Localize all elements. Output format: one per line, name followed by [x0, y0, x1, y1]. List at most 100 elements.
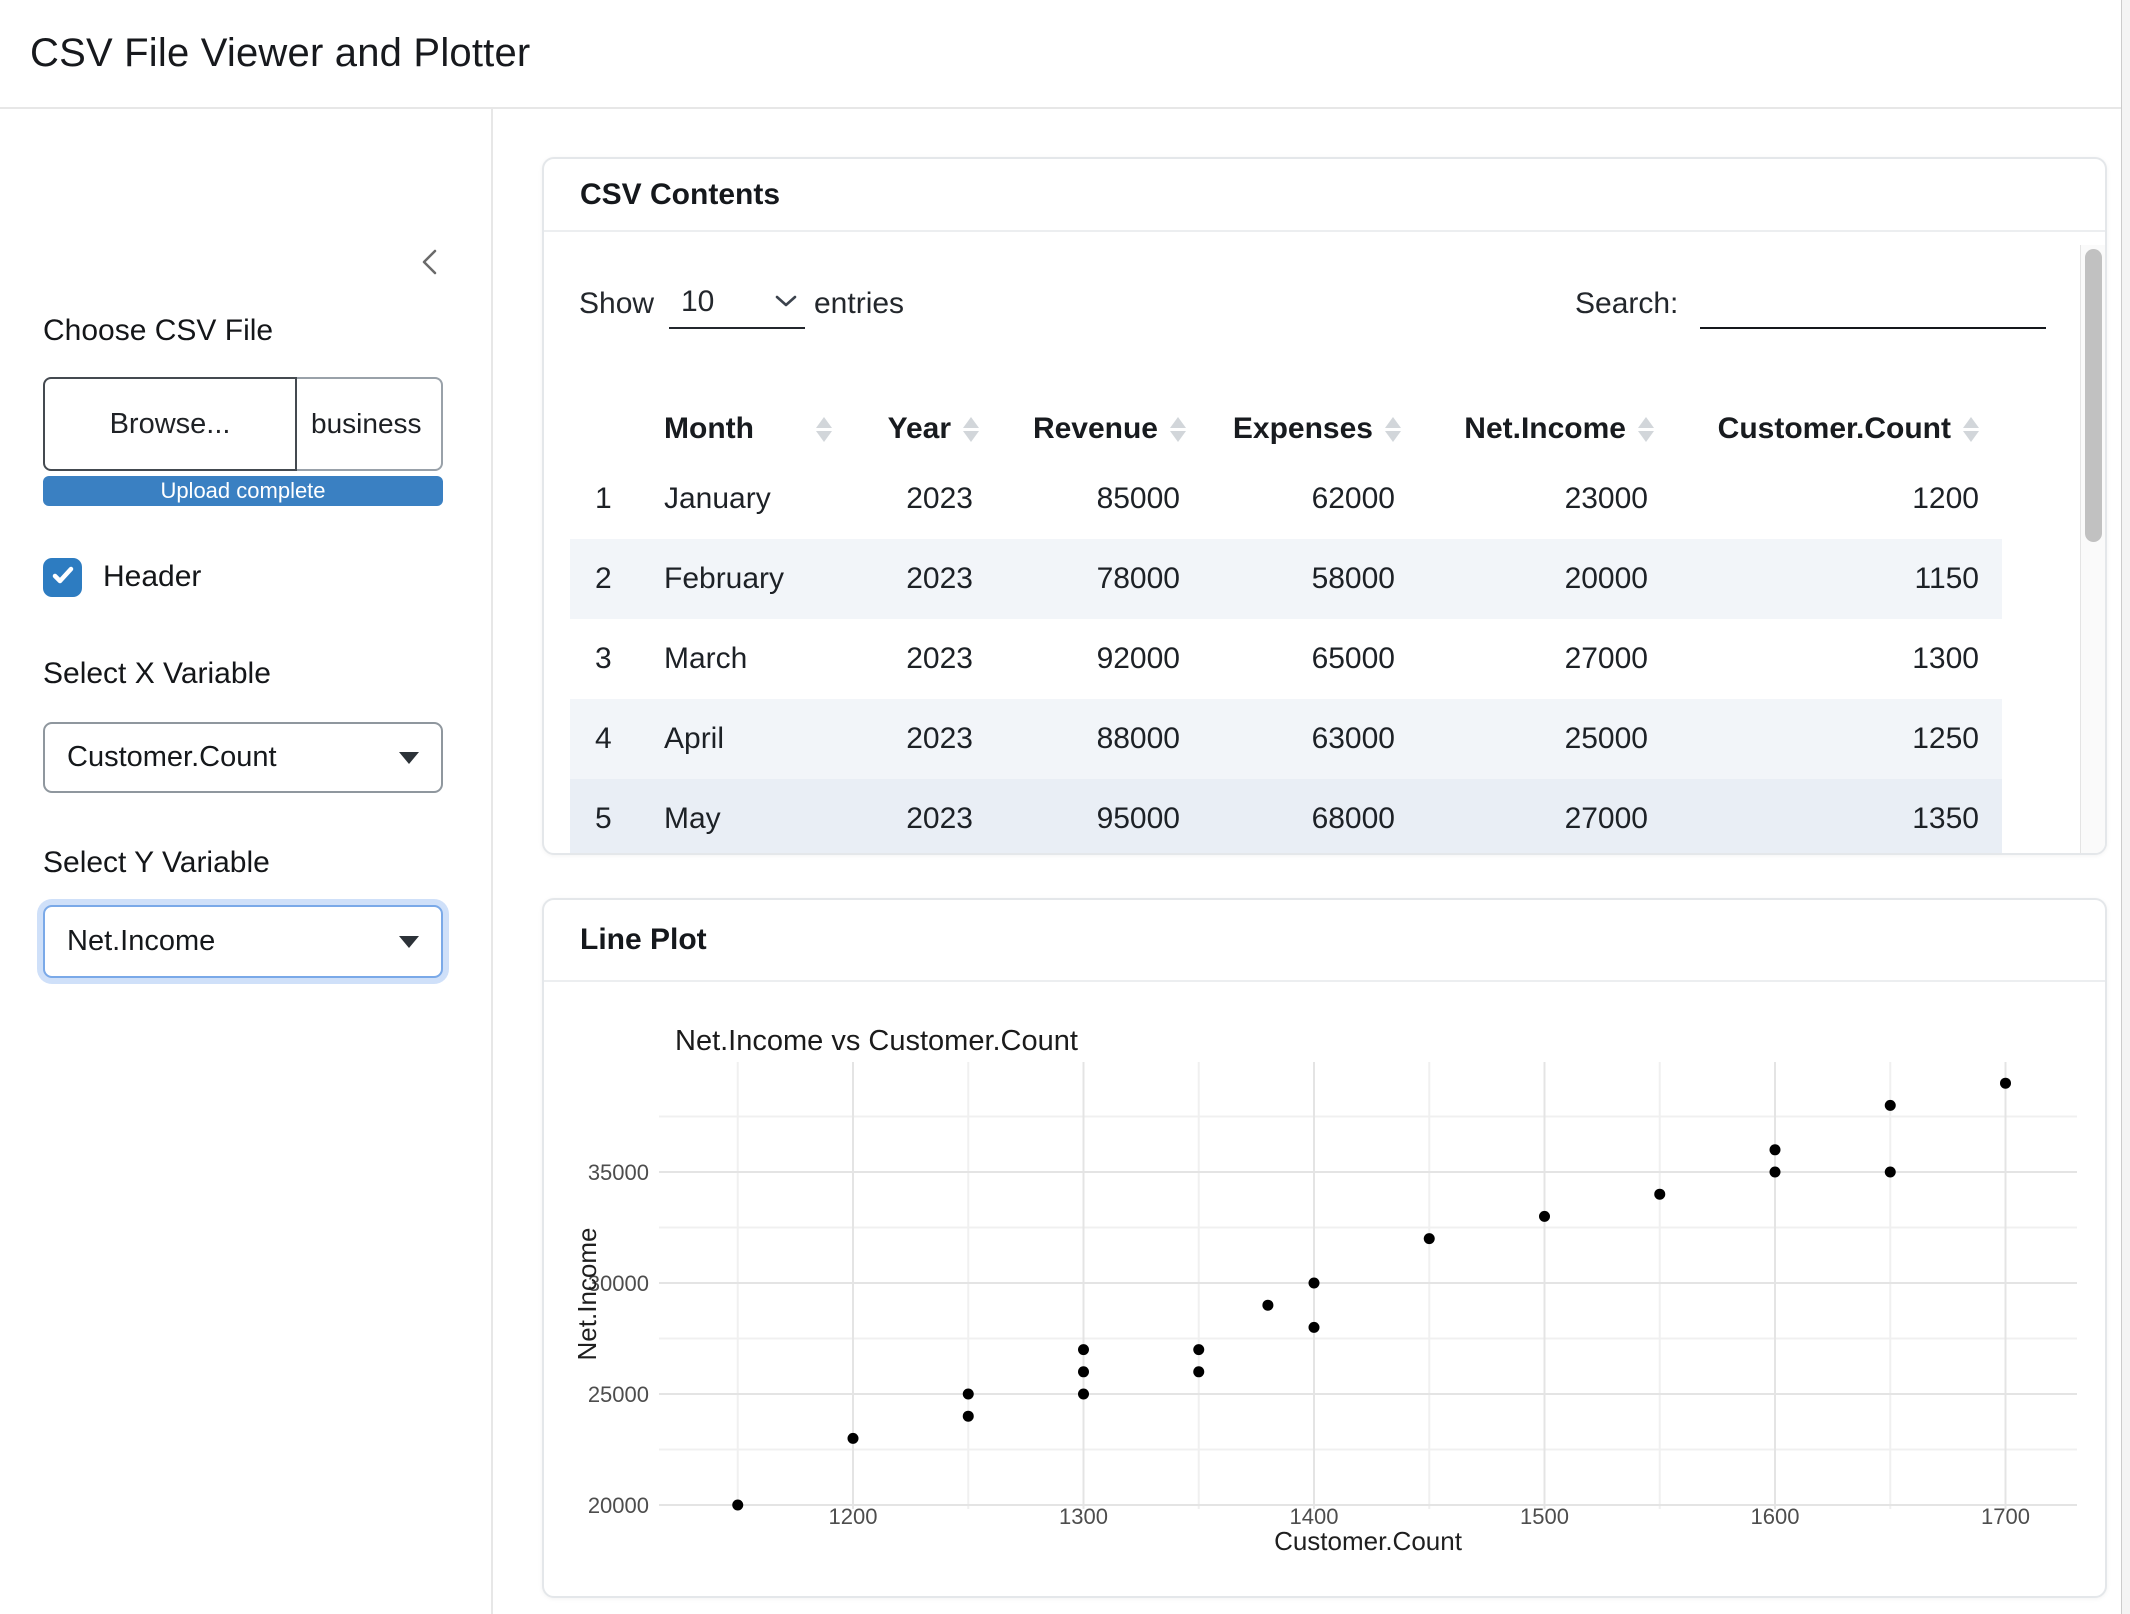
caret-down-icon	[399, 936, 419, 948]
header-checkbox-label: Header	[103, 560, 201, 594]
table-cell: March	[642, 619, 832, 699]
y-select-value: Net.Income	[67, 925, 215, 958]
table-cell: 2	[570, 539, 642, 619]
column-header-label: Net.Income	[1464, 412, 1626, 446]
x-variable-select[interactable]: Customer.Count	[43, 722, 443, 793]
page-scrollbar[interactable]	[2121, 0, 2130, 1614]
sort-icon	[1385, 417, 1401, 442]
header-checkbox[interactable]	[43, 558, 82, 597]
app-page: CSV File Viewer and Plotter Choose CSV F…	[0, 0, 2130, 1614]
table-cell: 27000	[1401, 619, 1654, 699]
search-label: Search:	[1575, 287, 1678, 321]
csv-table: Month Year Revenue Expenses Net.Income Custom…	[570, 399, 2002, 855]
file-input: Browse... business	[43, 377, 443, 471]
table-cell: May	[642, 779, 832, 855]
y-select-label: Select Y Variable	[43, 846, 270, 880]
table-cell: 63000	[1186, 699, 1401, 779]
table-scrollbar-thumb[interactable]	[2085, 249, 2102, 542]
csv-contents-card: CSV Contents Show 10 entries Search: Mon…	[542, 157, 2107, 855]
x-select-value: Customer.Count	[67, 741, 277, 774]
table-cell: 1350	[1654, 779, 2002, 855]
svg-text:Customer.Count: Customer.Count	[1274, 1526, 1463, 1556]
file-input-label: Choose CSV File	[43, 314, 273, 348]
table-cell: 1200	[1654, 459, 2002, 539]
column-header[interactable]: Net.Income	[1401, 399, 1654, 459]
table-row: 1January20238500062000230001200	[570, 459, 2002, 539]
table-row: 4April20238800063000250001250	[570, 699, 2002, 779]
table-cell: 1	[570, 459, 642, 539]
table-cell: January	[642, 459, 832, 539]
page-length-select[interactable]: 10	[669, 281, 805, 329]
csv-contents-title: CSV Contents	[580, 178, 780, 212]
upload-progress-bar: Upload complete	[43, 476, 443, 506]
table-cell: 92000	[979, 619, 1186, 699]
line-plot-card: Line Plot 200002500030000350001200130014…	[542, 898, 2107, 1598]
column-header-label: Expenses	[1233, 412, 1373, 446]
table-row: 5May20239500068000270001350	[570, 779, 2002, 855]
table-row: 3March20239200065000270001300	[570, 619, 2002, 699]
check-icon	[50, 562, 76, 593]
entries-label: entries	[814, 287, 904, 321]
column-header[interactable]: Expenses	[1186, 399, 1401, 459]
table-cell: 1150	[1654, 539, 2002, 619]
svg-text:35000: 35000	[588, 1160, 649, 1185]
table-cell: 65000	[1186, 619, 1401, 699]
column-header-label: Customer.Count	[1718, 412, 1951, 446]
chevron-down-icon	[775, 295, 797, 313]
page-length-value: 10	[681, 285, 714, 319]
table-body: 1January202385000620002300012002February…	[570, 459, 2002, 855]
column-header[interactable]: Revenue	[979, 399, 1186, 459]
table-cell: 2023	[832, 779, 979, 855]
chevron-left-icon	[421, 249, 439, 278]
table-cell: April	[642, 699, 832, 779]
header-checkbox-row[interactable]: Header	[43, 557, 201, 597]
table-cell: 62000	[1186, 459, 1401, 539]
table-cell: 27000	[1401, 779, 1654, 855]
column-header[interactable]: Customer.Count	[1654, 399, 2002, 459]
table-cell: 95000	[979, 779, 1186, 855]
table-scrollbar-track[interactable]	[2080, 245, 2107, 855]
table-cell: 2023	[832, 539, 979, 619]
top-bar: CSV File Viewer and Plotter	[0, 0, 2130, 109]
csv-contents-header: CSV Contents	[544, 159, 2105, 232]
svg-text:25000: 25000	[588, 1382, 649, 1407]
column-header	[570, 399, 642, 459]
column-header-label: Month	[664, 412, 754, 446]
table-cell: 2023	[832, 459, 979, 539]
svg-text:1200: 1200	[829, 1504, 878, 1529]
caret-down-icon	[399, 752, 419, 764]
column-header-label: Revenue	[1033, 412, 1158, 446]
table-cell: 68000	[1186, 779, 1401, 855]
column-header[interactable]: Month	[642, 399, 832, 459]
table-cell: February	[642, 539, 832, 619]
upload-progress-text: Upload complete	[160, 478, 325, 504]
table-cell: 2023	[832, 699, 979, 779]
sort-icon	[1170, 417, 1186, 442]
column-header-label: Year	[888, 412, 951, 446]
svg-text:1600: 1600	[1751, 1504, 1800, 1529]
column-header[interactable]: Year	[832, 399, 979, 459]
svg-text:1700: 1700	[1981, 1504, 2030, 1529]
sidebar-collapse-button[interactable]	[408, 241, 452, 285]
table-cell: 3	[570, 619, 642, 699]
sort-icon	[1963, 417, 1979, 442]
svg-text:1500: 1500	[1520, 1504, 1569, 1529]
y-variable-select[interactable]: Net.Income	[43, 905, 443, 978]
table-cell: 5	[570, 779, 642, 855]
sort-icon	[963, 417, 979, 442]
search-input[interactable]	[1700, 281, 2046, 329]
table-cell: 20000	[1401, 539, 1654, 619]
table-cell: 1250	[1654, 699, 2002, 779]
svg-text:1300: 1300	[1059, 1504, 1108, 1529]
browse-button[interactable]: Browse...	[43, 377, 297, 471]
table-cell: 58000	[1186, 539, 1401, 619]
table-cell: 85000	[979, 459, 1186, 539]
filename-field[interactable]: business	[297, 377, 443, 471]
table-cell: 1300	[1654, 619, 2002, 699]
svg-text:Net.Income: Net.Income	[572, 1228, 602, 1361]
table-cell: 23000	[1401, 459, 1654, 539]
x-select-label: Select X Variable	[43, 657, 271, 691]
table-cell: 4	[570, 699, 642, 779]
svg-text:20000: 20000	[588, 1493, 649, 1518]
scatter-plot: 2000025000300003500012001300140015001600…	[544, 982, 2105, 1598]
